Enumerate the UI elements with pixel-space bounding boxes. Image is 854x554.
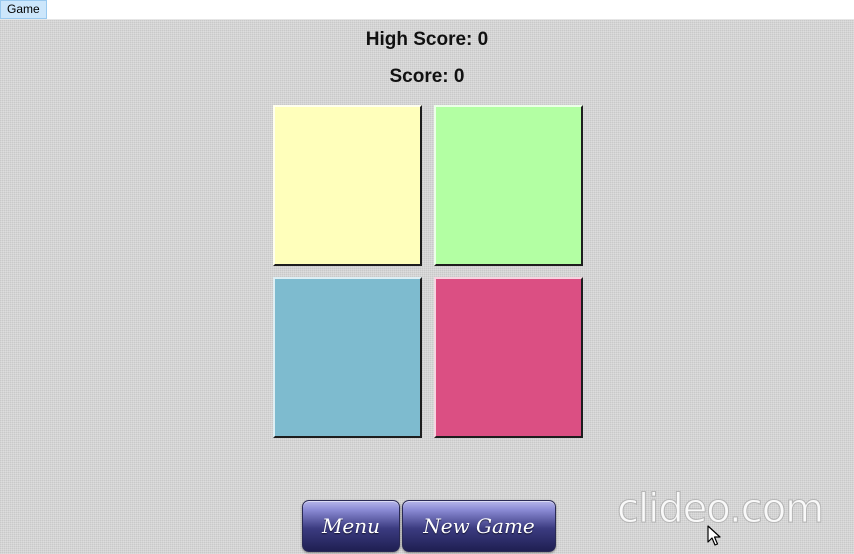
score-label: Score: 0 bbox=[389, 66, 465, 87]
new-game-button[interactable]: New Game bbox=[402, 500, 556, 552]
game-window: Game High Score: 0 Score: 0 Menu New Gam… bbox=[0, 0, 854, 554]
mouse-pointer-icon bbox=[707, 525, 721, 546]
menu-bar: Game bbox=[0, 0, 854, 20]
tile-pink[interactable] bbox=[434, 277, 583, 438]
menu-item-game[interactable]: Game bbox=[0, 0, 47, 19]
high-score-label: High Score: 0 bbox=[365, 29, 489, 50]
tile-blue[interactable] bbox=[273, 277, 422, 438]
menu-button[interactable]: Menu bbox=[302, 500, 400, 552]
tile-yellow[interactable] bbox=[273, 105, 422, 266]
tile-green[interactable] bbox=[434, 105, 583, 266]
